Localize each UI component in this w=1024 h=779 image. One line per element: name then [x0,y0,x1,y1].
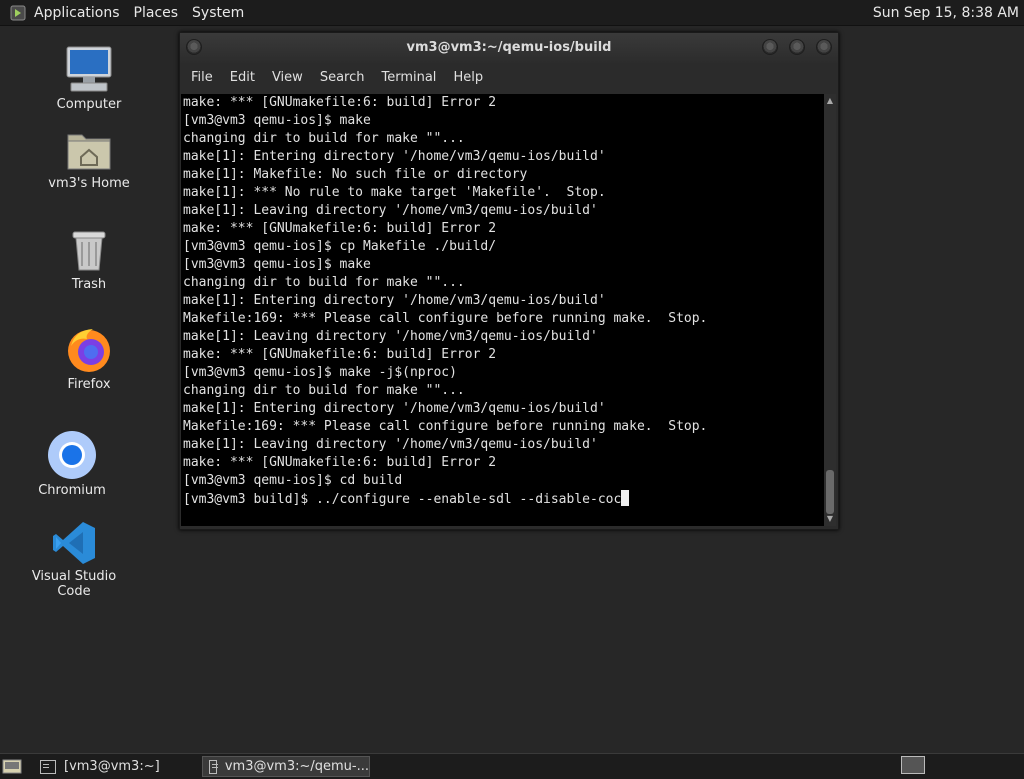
terminal-line: [vm3@vm3 qemu-ios]$ make -j$(nproc) [183,365,457,380]
terminal-menubar: File Edit View Search Terminal Help [180,63,838,91]
desktop-icon-trash[interactable]: Trash [34,228,144,292]
minimize-button[interactable] [762,39,778,55]
terminal-line: make[1]: Entering directory '/home/vm3/q… [183,401,606,416]
desktop-icon-label: Computer [56,97,122,112]
system-menu[interactable]: System [192,5,244,21]
window-title: vm3@vm3:~/qemu-ios/build [406,40,612,55]
close-button[interactable] [816,39,832,55]
desktop-icon-label: vm3's Home [48,176,130,191]
menu-edit[interactable]: Edit [230,70,255,85]
terminal-window[interactable]: vm3@vm3:~/qemu-ios/build File Edit View … [179,32,839,530]
terminal-line: make: *** [GNUmakefile:6: build] Error 2 [183,455,497,470]
clock[interactable]: Sun Sep 15, 8:38 AM [873,5,1019,21]
desktop-icon-label: Chromium [38,483,106,498]
terminal-line: Makefile:169: *** Please call configure … [183,311,708,326]
desktop-icon-computer[interactable]: Computer [34,44,144,112]
terminal-line: make[1]: Entering directory '/home/vm3/q… [183,149,606,164]
vscode-icon [53,522,95,564]
terminal-line: make[1]: Makefile: No such file or direc… [183,167,528,182]
top-panel: Applications Places System Sun Sep 15, 8… [0,0,1024,26]
computer-icon [66,46,112,92]
desktop-icon-chromium[interactable]: Chromium [17,430,127,498]
applications-menu-icon[interactable] [10,5,26,21]
menu-search[interactable]: Search [320,70,365,85]
desktop-icon-home[interactable]: vm3's Home [34,127,144,191]
bottom-panel: [vm3@vm3:~] vm3@vm3:~/qemu-... [0,753,1024,779]
scroll-up-arrow-icon[interactable]: ▲ [825,96,835,106]
home-folder-icon [67,134,111,170]
terminal-line: [vm3@vm3 qemu-ios]$ make [183,113,371,128]
terminal-line: [vm3@vm3 qemu-ios]$ cp Makefile ./build/ [183,239,497,254]
terminal-line: [vm3@vm3 qemu-ios]$ make [183,257,371,272]
menu-terminal[interactable]: Terminal [381,70,436,85]
terminal-icon [209,759,218,774]
terminal-line: changing dir to build for make ""... [183,131,465,146]
trash-icon [72,231,106,271]
text-cursor [621,490,630,506]
applications-menu[interactable]: Applications [34,5,120,21]
terminal-line: make: *** [GNUmakefile:6: build] Error 2 [183,347,497,362]
terminal-command-line[interactable]: [vm3@vm3 build]$ ../configure --enable-s… [183,490,707,509]
workspace-switcher[interactable] [901,756,925,774]
terminal-scrollbar[interactable]: ▲ ▼ [824,94,836,526]
taskbar-item-build-terminal[interactable]: vm3@vm3:~/qemu-... [202,756,370,777]
desktop-icon-label: Visual Studio Code [31,569,117,599]
terminal-text: make: *** [GNUmakefile:6: build] Error 2… [183,94,707,509]
maximize-button[interactable] [789,39,805,55]
scroll-down-arrow-icon[interactable]: ▼ [825,514,835,524]
menu-view[interactable]: View [272,70,303,85]
scrollbar-thumb[interactable] [826,470,834,514]
terminal-line: changing dir to build for make ""... [183,275,465,290]
terminal-line: Makefile:169: *** Please call configure … [183,419,708,434]
desktop-icon-firefox[interactable]: Firefox [34,326,144,392]
menu-file[interactable]: File [191,70,213,85]
show-desktop-icon[interactable] [2,757,22,775]
menu-help[interactable]: Help [453,70,483,85]
desktop-icon-label: Firefox [67,377,111,392]
terminal-line: make: *** [GNUmakefile:6: build] Error 2 [183,95,497,110]
terminal-line: make[1]: Leaving directory '/home/vm3/qe… [183,329,598,344]
terminal-icon [40,759,56,774]
window-titlebar[interactable]: vm3@vm3:~/qemu-ios/build [180,33,838,63]
terminal-output[interactable]: make: *** [GNUmakefile:6: build] Error 2… [181,94,824,526]
places-menu[interactable]: Places [134,5,179,21]
chromium-icon [48,431,96,479]
terminal-line: make[1]: Entering directory '/home/vm3/q… [183,293,606,308]
terminal-line: [vm3@vm3 qemu-ios]$ cd build [183,473,403,488]
terminal-line: make[1]: Leaving directory '/home/vm3/qe… [183,203,598,218]
taskbar-item-home-terminal[interactable]: [vm3@vm3:~] [34,756,199,777]
terminal-line: make[1]: *** No rule to make target 'Mak… [183,185,606,200]
desktop-icon-vscode[interactable]: Visual Studio Code [19,520,129,599]
taskbar-item-label: vm3@vm3:~/qemu-... [224,759,369,774]
terminal-line: make: *** [GNUmakefile:6: build] Error 2 [183,221,497,236]
current-command-text: [vm3@vm3 build]$ ../configure --enable-s… [183,492,622,507]
terminal-line: make[1]: Leaving directory '/home/vm3/qe… [183,437,598,452]
taskbar-item-label: [vm3@vm3:~] [64,759,160,774]
firefox-icon [68,329,110,372]
terminal-line: changing dir to build for make ""... [183,383,465,398]
desktop-icon-label: Trash [71,277,107,292]
